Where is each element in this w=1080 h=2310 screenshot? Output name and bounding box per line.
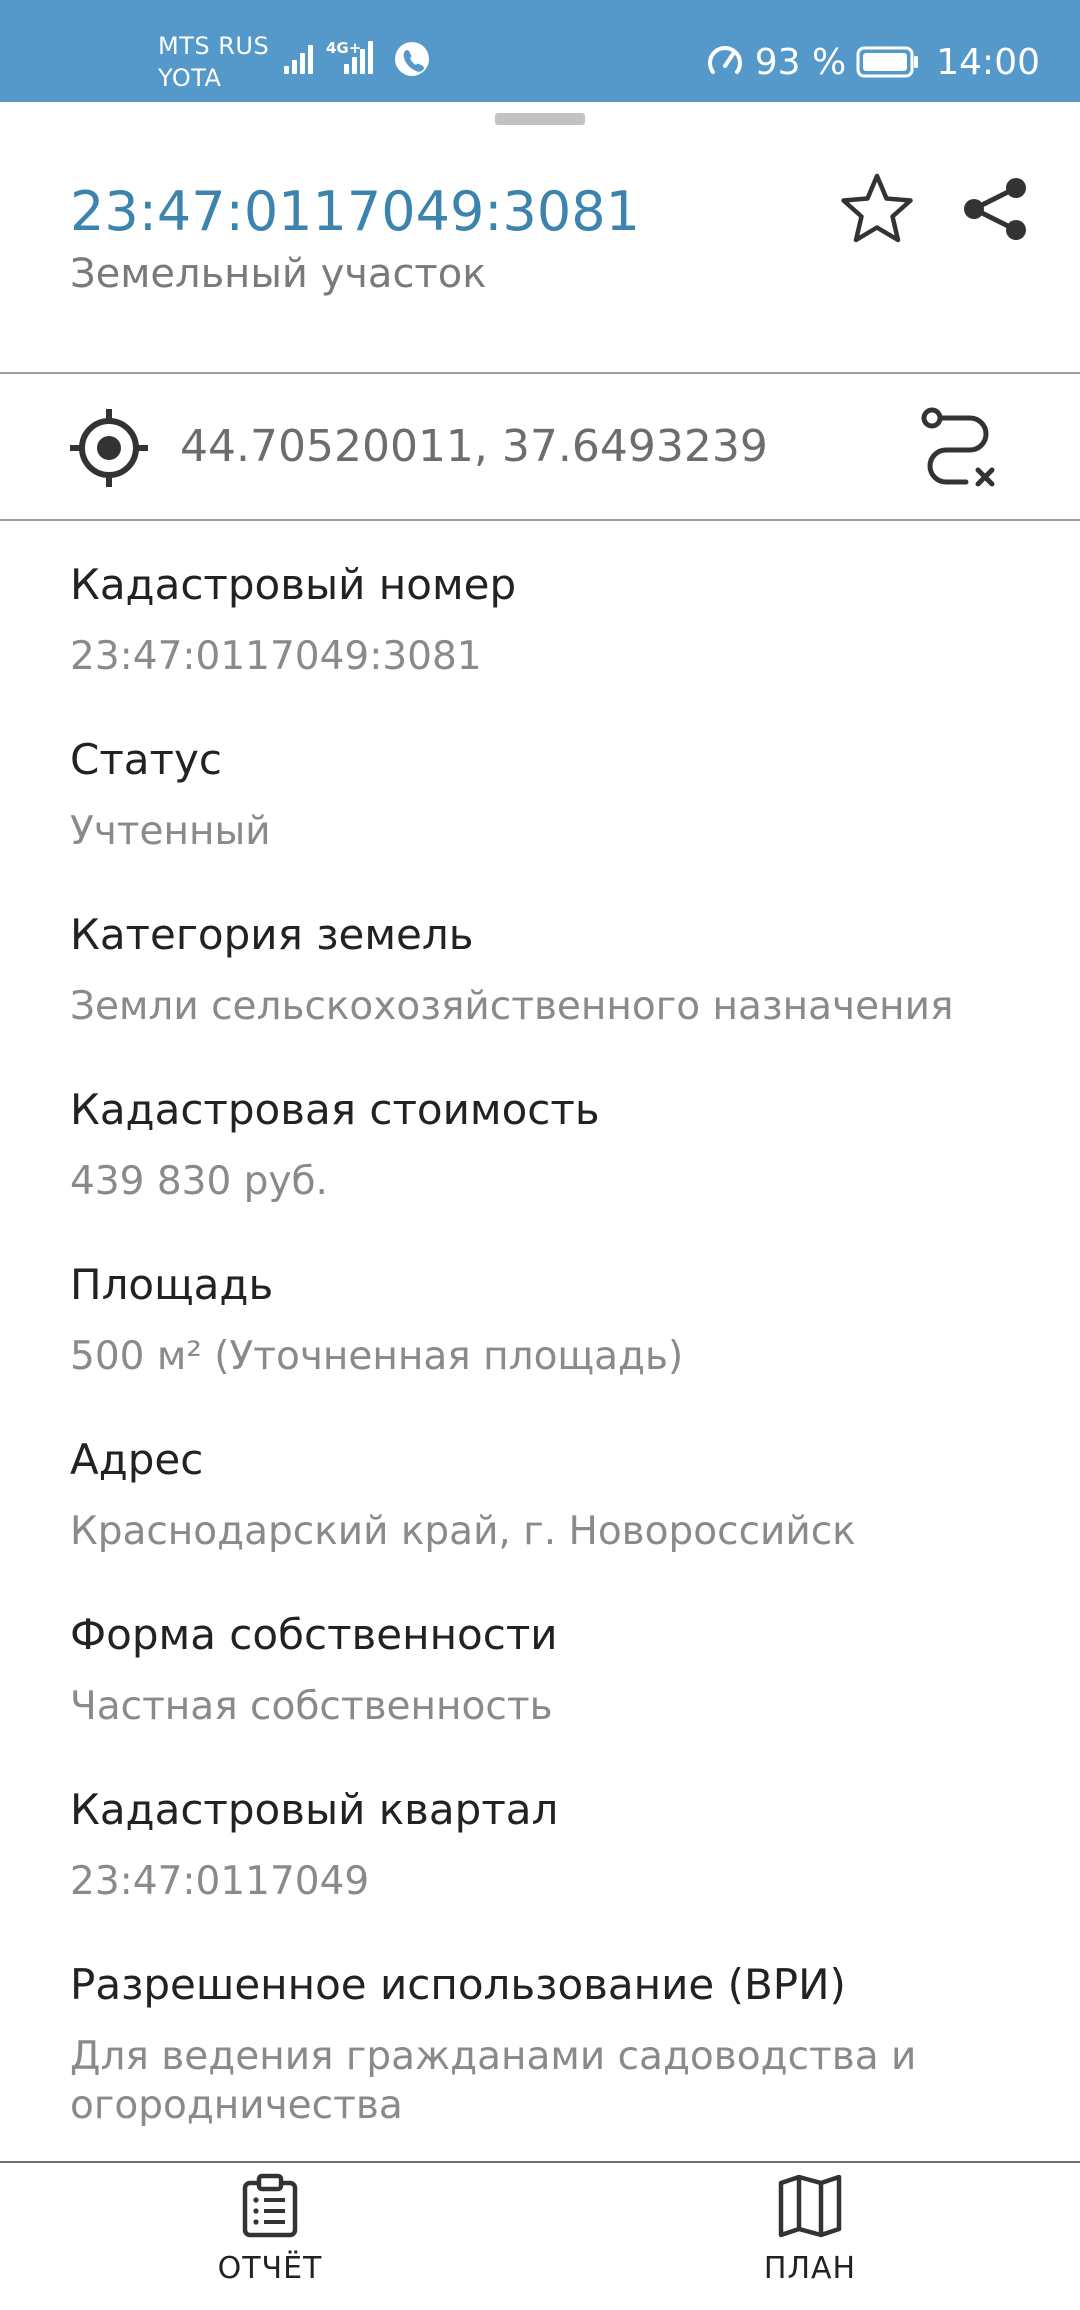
- property-label: Кадастровая стоимость: [70, 1085, 600, 1134]
- report-button[interactable]: ОТЧЁТ: [160, 2173, 380, 2303]
- carrier-name-1: MTS RUS: [158, 32, 270, 60]
- property-label: Категория земель: [70, 910, 474, 959]
- cadastral-number-title: 23:47:0117049:3081: [70, 180, 640, 243]
- carrier-info: MTS RUS YOTA: [158, 30, 269, 94]
- property-label: Разрешенное использование (ВРИ): [70, 1960, 846, 2009]
- bottom-nav: ОТЧЁТ ПЛАН: [0, 2163, 1080, 2310]
- clipboard-icon: [242, 2173, 298, 2238]
- property-label: Кадастровый номер: [70, 560, 517, 609]
- network-badge: 4G+: [326, 39, 361, 57]
- sheet-drag-handle[interactable]: [495, 113, 585, 125]
- report-label: ОТЧЁТ: [217, 2251, 323, 2286]
- clock: 14:00: [936, 41, 1040, 83]
- object-type-subtitle: Земельный участок: [70, 251, 487, 297]
- status-bar: MTS RUS YOTA 4G+ 93 % 14:00: [0, 0, 1080, 102]
- share-icon[interactable]: [958, 170, 1030, 248]
- plan-label: ПЛАН: [763, 2251, 857, 2286]
- property-value: Частная собственность: [70, 1684, 553, 1729]
- coordinates-divider: [0, 519, 1080, 521]
- property-value-line-1: Для ведения гражданами садоводства и: [70, 2034, 917, 2079]
- property-label: Форма собственности: [70, 1610, 558, 1659]
- property-label: Кадастровый квартал: [70, 1785, 559, 1834]
- property-label: Площадь: [70, 1260, 274, 1309]
- coordinates-text: 44.70520011, 37.6493239: [180, 421, 768, 472]
- property-value: 23:47:0117049: [70, 1859, 370, 1904]
- battery-icon: [856, 46, 919, 78]
- carrier-name-2: YOTA: [158, 64, 222, 92]
- wifi-calling-icon: [395, 42, 429, 76]
- target-icon: [70, 409, 148, 487]
- speedometer-icon: [707, 46, 742, 74]
- status-right: 93 % 14:00: [705, 36, 1040, 88]
- property-value: Учтенный: [70, 809, 271, 854]
- plan-button[interactable]: ПЛАН: [700, 2173, 920, 2303]
- property-value-line-2: огородничества: [70, 2083, 403, 2128]
- coordinates-row[interactable]: 44.70520011, 37.6493239: [0, 374, 1080, 520]
- signal-strength-icon-1: [284, 45, 313, 74]
- battery-percent: 93 %: [754, 41, 847, 83]
- map-icon: [778, 2174, 842, 2238]
- route-clear-icon[interactable]: [918, 404, 1002, 490]
- property-value: 23:47:0117049:3081: [70, 634, 482, 679]
- property-label: Адрес: [70, 1435, 204, 1484]
- property-value: 439 830 руб.: [70, 1159, 328, 1204]
- property-value: Земли сельскохозяйственного назначения: [70, 984, 954, 1029]
- property-value: 500 м² (Уточненная площадь): [70, 1334, 684, 1379]
- property-label: Статус: [70, 735, 222, 784]
- favorite-star-icon[interactable]: [838, 170, 916, 248]
- signal-icons: 4G+: [284, 39, 429, 76]
- property-value: Краснодарский край, г. Новороссийск: [70, 1509, 856, 1554]
